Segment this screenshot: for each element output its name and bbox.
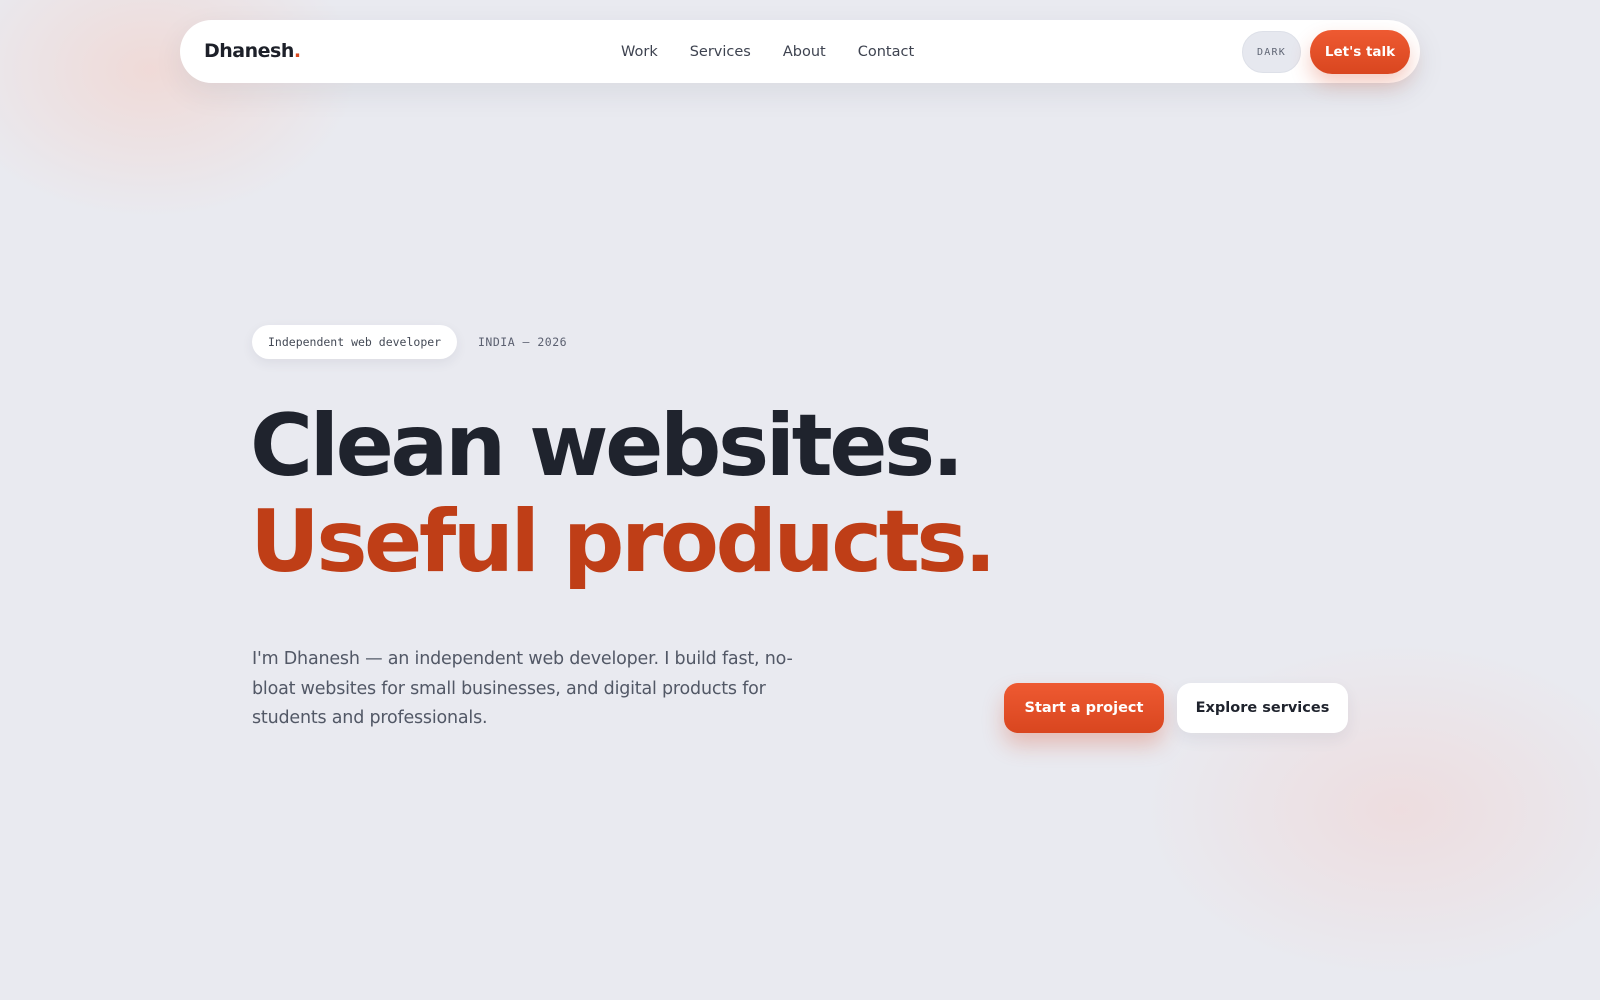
nav-link-contact[interactable]: Contact — [858, 44, 914, 60]
brand-name: Dhanesh — [204, 40, 294, 62]
lets-talk-button[interactable]: Let's talk — [1310, 30, 1410, 74]
explore-services-button[interactable]: Explore services — [1177, 683, 1348, 733]
brand-logo[interactable]: Dhanesh. — [204, 20, 301, 83]
hero-headline: Clean websites. Useful products. — [250, 396, 997, 592]
role-tag-pill: Independent web developer — [252, 325, 458, 359]
nav-link-services[interactable]: Services — [690, 44, 751, 60]
nav-link-about[interactable]: About — [783, 44, 826, 60]
start-project-button[interactable]: Start a project — [1004, 683, 1164, 733]
location-year-label: INDIA — 2026 — [478, 335, 568, 349]
headline-line-2: Useful products. — [250, 492, 997, 592]
top-navigation-bar: Dhanesh. Work Services About Contact DAR… — [180, 20, 1420, 83]
nav-link-work[interactable]: Work — [621, 44, 658, 60]
hero-intro-text: I'm Dhanesh — an independent web develop… — [252, 649, 793, 728]
headline-line-1: Clean websites. — [250, 396, 964, 496]
nav-links: Work Services About Contact — [621, 20, 914, 83]
brand-dot: . — [293, 40, 301, 62]
dark-mode-toggle[interactable]: DARK — [1242, 31, 1301, 73]
